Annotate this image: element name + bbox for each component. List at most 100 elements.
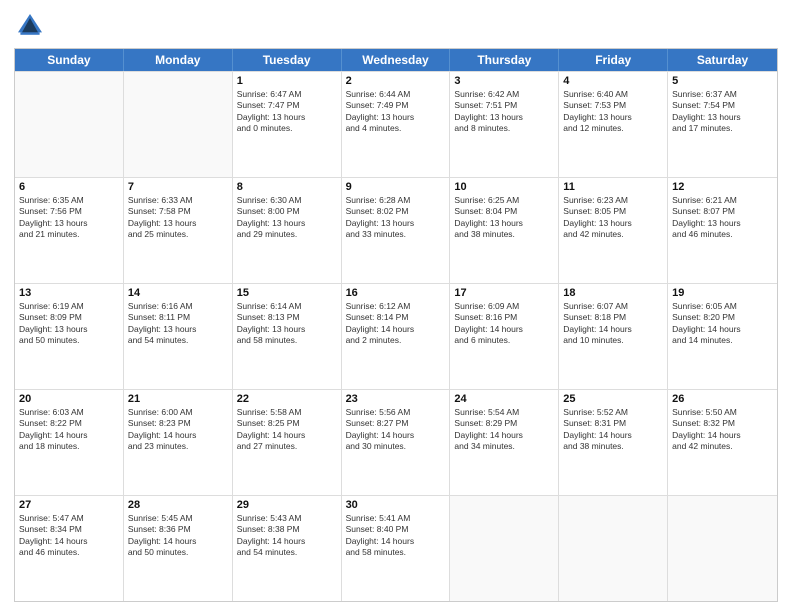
day-number: 3 (454, 75, 554, 87)
cell-info-line: Daylight: 13 hours (128, 218, 228, 229)
day-number: 2 (346, 75, 446, 87)
cell-info-line: Sunrise: 6:16 AM (128, 301, 228, 312)
cell-info-line: Sunset: 7:58 PM (128, 206, 228, 217)
calendar-cell: 11Sunrise: 6:23 AMSunset: 8:05 PMDayligh… (559, 178, 668, 283)
calendar-cell (124, 72, 233, 177)
cell-info-line: Sunset: 8:23 PM (128, 418, 228, 429)
cell-info-line: Sunset: 8:09 PM (19, 312, 119, 323)
cell-info-line: Daylight: 14 hours (346, 430, 446, 441)
cell-info-line: and 21 minutes. (19, 229, 119, 240)
day-number: 6 (19, 181, 119, 193)
cell-info-line: and 33 minutes. (346, 229, 446, 240)
calendar-cell: 12Sunrise: 6:21 AMSunset: 8:07 PMDayligh… (668, 178, 777, 283)
cell-info-line: Sunrise: 6:42 AM (454, 89, 554, 100)
cell-info-line: Daylight: 14 hours (672, 430, 773, 441)
cell-info-line: Sunset: 8:16 PM (454, 312, 554, 323)
cell-info-line: and 18 minutes. (19, 441, 119, 452)
cell-info-line: Daylight: 13 hours (454, 218, 554, 229)
cell-info-line: and 23 minutes. (128, 441, 228, 452)
cell-info-line: Sunset: 8:04 PM (454, 206, 554, 217)
cell-info-line: Daylight: 13 hours (19, 324, 119, 335)
calendar-cell: 25Sunrise: 5:52 AMSunset: 8:31 PMDayligh… (559, 390, 668, 495)
cell-info-line: and 38 minutes. (563, 441, 663, 452)
calendar: SundayMondayTuesdayWednesdayThursdayFrid… (14, 48, 778, 602)
cell-info-line: Sunset: 8:22 PM (19, 418, 119, 429)
cell-info-line: Sunset: 7:53 PM (563, 100, 663, 111)
calendar-cell: 5Sunrise: 6:37 AMSunset: 7:54 PMDaylight… (668, 72, 777, 177)
cell-info-line: Sunset: 8:29 PM (454, 418, 554, 429)
calendar-cell (450, 496, 559, 601)
calendar-cell: 29Sunrise: 5:43 AMSunset: 8:38 PMDayligh… (233, 496, 342, 601)
cell-info-line: Sunset: 7:51 PM (454, 100, 554, 111)
cell-info-line: Sunset: 8:18 PM (563, 312, 663, 323)
cell-info-line: Sunset: 8:36 PM (128, 524, 228, 535)
cell-info-line: Daylight: 14 hours (237, 536, 337, 547)
cell-info-line: Sunset: 7:54 PM (672, 100, 773, 111)
cell-info-line: and 0 minutes. (237, 123, 337, 134)
cell-info-line: Sunrise: 6:33 AM (128, 195, 228, 206)
cell-info-line: Sunset: 8:13 PM (237, 312, 337, 323)
calendar-cell: 3Sunrise: 6:42 AMSunset: 7:51 PMDaylight… (450, 72, 559, 177)
calendar-cell: 14Sunrise: 6:16 AMSunset: 8:11 PMDayligh… (124, 284, 233, 389)
cell-info-line: and 54 minutes. (128, 335, 228, 346)
day-number: 7 (128, 181, 228, 193)
cell-info-line: Daylight: 14 hours (563, 324, 663, 335)
cell-info-line: Sunrise: 6:12 AM (346, 301, 446, 312)
cell-info-line: Daylight: 14 hours (563, 430, 663, 441)
calendar-cell: 8Sunrise: 6:30 AMSunset: 8:00 PMDaylight… (233, 178, 342, 283)
day-number: 15 (237, 287, 337, 299)
cell-info-line: Daylight: 14 hours (237, 430, 337, 441)
day-number: 21 (128, 393, 228, 405)
cell-info-line: Daylight: 13 hours (237, 112, 337, 123)
cell-info-line: Daylight: 13 hours (563, 218, 663, 229)
calendar-row-2: 6Sunrise: 6:35 AMSunset: 7:56 PMDaylight… (15, 177, 777, 283)
cell-info-line: Sunrise: 5:41 AM (346, 513, 446, 524)
cell-info-line: Sunset: 8:25 PM (237, 418, 337, 429)
cell-info-line: and 25 minutes. (128, 229, 228, 240)
cell-info-line: Sunset: 8:20 PM (672, 312, 773, 323)
cell-info-line: Sunrise: 6:44 AM (346, 89, 446, 100)
calendar-row-1: 1Sunrise: 6:47 AMSunset: 7:47 PMDaylight… (15, 71, 777, 177)
cell-info-line: Sunset: 7:47 PM (237, 100, 337, 111)
calendar-cell: 17Sunrise: 6:09 AMSunset: 8:16 PMDayligh… (450, 284, 559, 389)
calendar-cell (559, 496, 668, 601)
cell-info-line: Sunrise: 6:47 AM (237, 89, 337, 100)
day-number: 26 (672, 393, 773, 405)
cell-info-line: and 12 minutes. (563, 123, 663, 134)
cell-info-line: Sunrise: 6:00 AM (128, 407, 228, 418)
cell-info-line: Daylight: 13 hours (128, 324, 228, 335)
calendar-cell: 18Sunrise: 6:07 AMSunset: 8:18 PMDayligh… (559, 284, 668, 389)
cell-info-line: Sunset: 7:56 PM (19, 206, 119, 217)
cell-info-line: Sunrise: 5:47 AM (19, 513, 119, 524)
day-number: 28 (128, 499, 228, 511)
cell-info-line: Sunset: 8:07 PM (672, 206, 773, 217)
header-day-saturday: Saturday (668, 49, 777, 71)
day-number: 29 (237, 499, 337, 511)
cell-info-line: Sunrise: 5:56 AM (346, 407, 446, 418)
header-day-monday: Monday (124, 49, 233, 71)
cell-info-line: Sunset: 8:31 PM (563, 418, 663, 429)
calendar-cell (668, 496, 777, 601)
calendar-cell: 9Sunrise: 6:28 AMSunset: 8:02 PMDaylight… (342, 178, 451, 283)
day-number: 8 (237, 181, 337, 193)
cell-info-line: Daylight: 13 hours (672, 112, 773, 123)
cell-info-line: Sunrise: 5:50 AM (672, 407, 773, 418)
day-number: 9 (346, 181, 446, 193)
day-number: 25 (563, 393, 663, 405)
calendar-cell: 16Sunrise: 6:12 AMSunset: 8:14 PMDayligh… (342, 284, 451, 389)
calendar-cell: 7 Sunrise: 6:33 AMSunset: 7:58 PMDaylight… (124, 178, 233, 283)
cell-info-line: and 17 minutes. (672, 123, 773, 134)
calendar-cell: 13Sunrise: 6:19 AMSunset: 8:09 PMDayligh… (15, 284, 124, 389)
calendar-body: 1Sunrise: 6:47 AMSunset: 7:47 PMDaylight… (15, 71, 777, 601)
cell-info-line: Sunset: 7:49 PM (346, 100, 446, 111)
cell-info-line: Sunrise: 6:07 AM (563, 301, 663, 312)
calendar-cell: 4Sunrise: 6:40 AMSunset: 7:53 PMDaylight… (559, 72, 668, 177)
calendar-cell: 28Sunrise: 5:45 AMSunset: 8:36 PMDayligh… (124, 496, 233, 601)
cell-info-line: and 42 minutes. (672, 441, 773, 452)
cell-info-line: Sunrise: 6:14 AM (237, 301, 337, 312)
cell-info-line: Sunrise: 6:37 AM (672, 89, 773, 100)
cell-info-line: Daylight: 13 hours (237, 218, 337, 229)
cell-info-line: Sunrise: 6:40 AM (563, 89, 663, 100)
cell-info-line: Sunset: 8:27 PM (346, 418, 446, 429)
header-day-sunday: Sunday (15, 49, 124, 71)
